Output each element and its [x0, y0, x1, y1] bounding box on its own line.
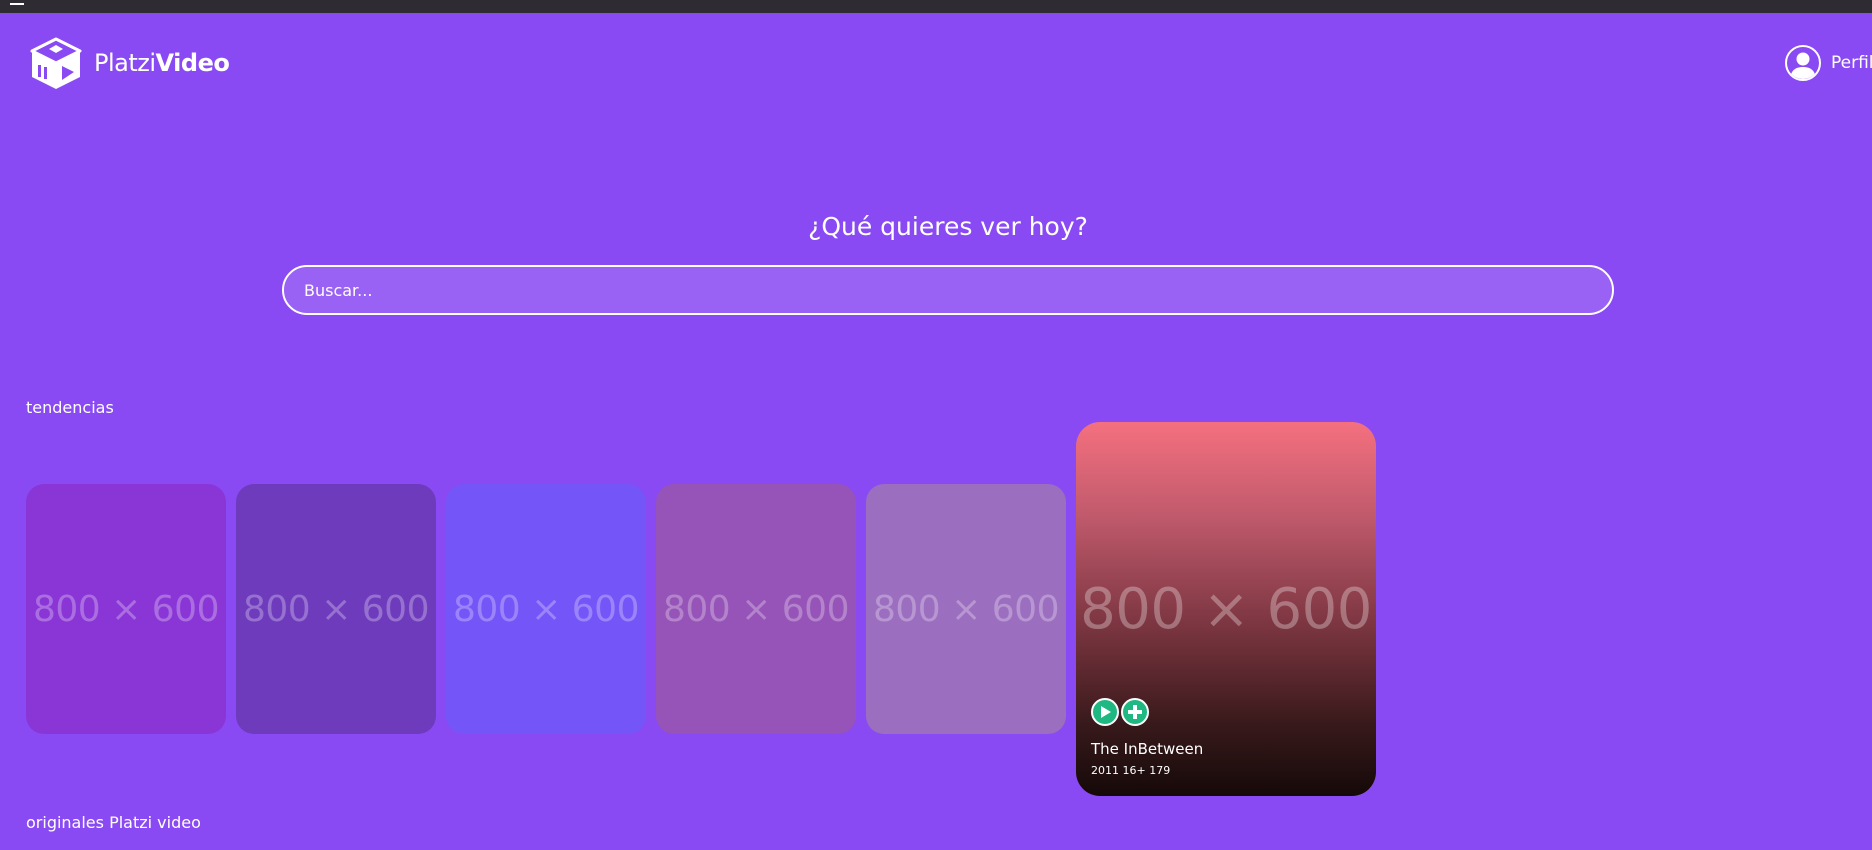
plus-icon: [1128, 705, 1142, 719]
carousel-item-featured[interactable]: 800 × 600 The InBetween 2011 16+ 179: [1076, 422, 1376, 796]
card-controls: [1091, 698, 1151, 726]
logo-text-bold: Video: [155, 49, 230, 77]
thumbnail-placeholder: 800 × 600: [873, 588, 1059, 630]
search-input[interactable]: [282, 265, 1614, 315]
carousel-item[interactable]: 800 × 600: [866, 484, 1066, 734]
trending-carousel: 800 × 600 800 × 600 800 × 600 800 × 600 …: [26, 422, 1526, 802]
profile-menu[interactable]: Perfil: [1785, 45, 1872, 81]
carousel-item[interactable]: 800 × 600: [446, 484, 646, 734]
browser-topbar: [0, 0, 1872, 13]
play-icon: [1101, 706, 1111, 718]
thumbnail-placeholder: 800 × 600: [663, 588, 849, 630]
thumbnail-placeholder: 800 × 600: [33, 588, 219, 630]
logo-text-light: Platzi: [94, 49, 156, 77]
carousel-item[interactable]: 800 × 600: [656, 484, 856, 734]
header: PlatziVideo Perfil: [0, 13, 1872, 123]
section-title-originals: originales Platzi video: [26, 813, 201, 832]
menu-icon[interactable]: [10, 0, 24, 5]
profile-label: Perfil: [1831, 53, 1872, 73]
card-meta: 2011 16+ 179: [1091, 764, 1171, 777]
thumbnail-placeholder: 800 × 600: [243, 588, 429, 630]
thumbnail-placeholder: 800 × 600: [453, 588, 639, 630]
carousel-item[interactable]: 800 × 600: [236, 484, 436, 734]
platzi-video-logo-icon: [30, 37, 82, 89]
section-title-trending: tendencias: [26, 398, 114, 417]
card-title: The InBetween: [1091, 740, 1204, 758]
logo-text: PlatziVideo: [94, 49, 230, 77]
user-avatar-icon: [1785, 45, 1821, 81]
logo[interactable]: PlatziVideo: [28, 33, 230, 93]
page-title: ¿Qué quieres ver hoy?: [808, 212, 1088, 241]
carousel-item[interactable]: 800 × 600: [26, 484, 226, 734]
play-button[interactable]: [1091, 698, 1119, 726]
add-to-list-button[interactable]: [1121, 698, 1149, 726]
